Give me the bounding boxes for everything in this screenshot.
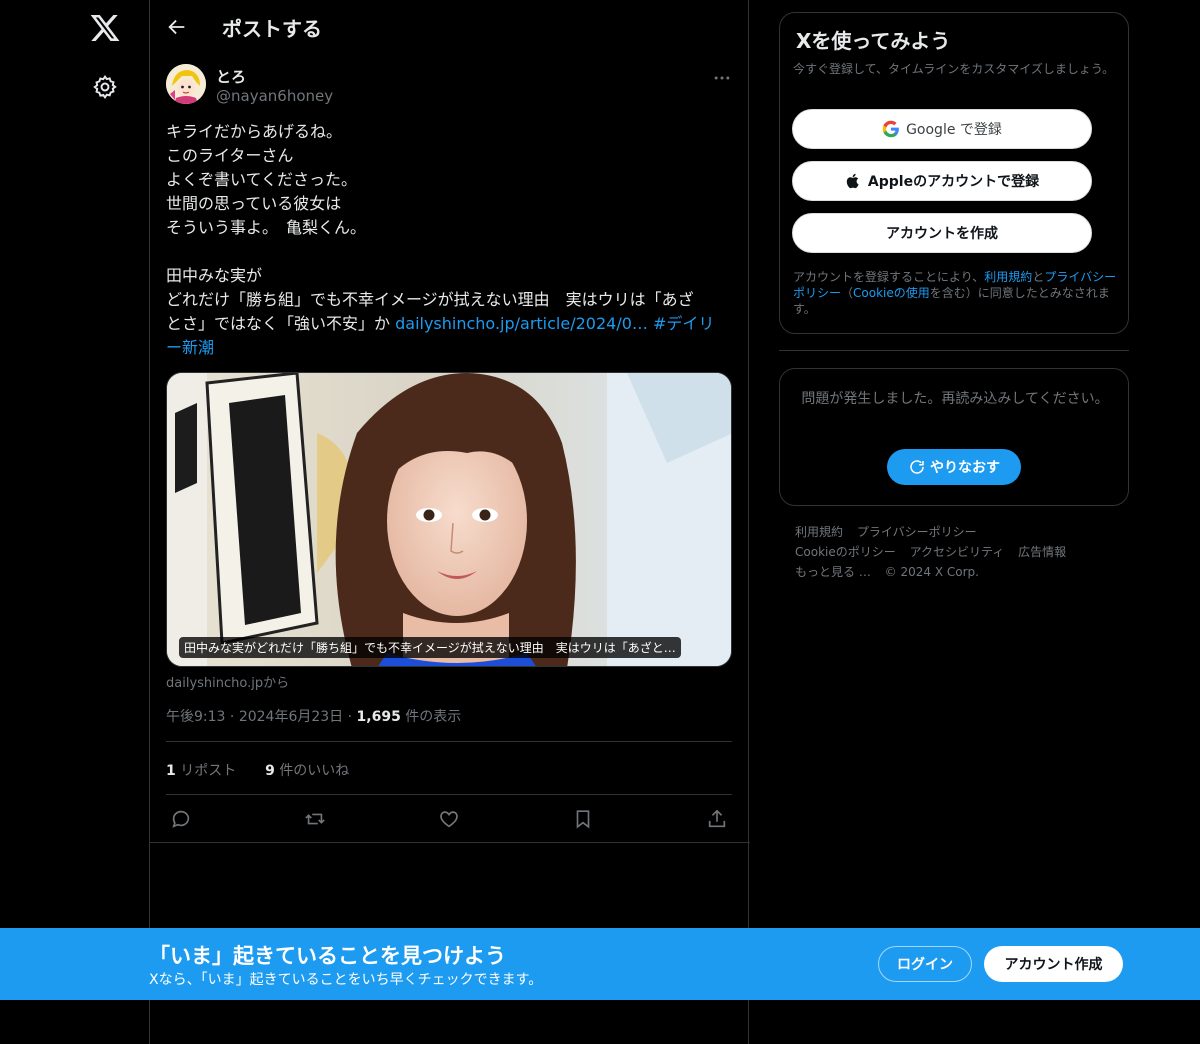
like-heart-icon[interactable] (438, 808, 460, 830)
post-line: ー新潮 (166, 336, 732, 360)
footer-links: 利用規約 プライバシーポリシー Cookieのポリシー アクセシビリティ 広告情… (795, 522, 1115, 582)
footer-accessibility-link[interactable]: アクセシビリティ (910, 545, 1005, 559)
views-count: 1,695 (356, 709, 401, 725)
signup-legal-text: アカウントを登録することにより、利用規約とプライバシーポリシー（Cookieの使… (793, 269, 1119, 317)
avatar[interactable] (166, 64, 206, 104)
post-actions (166, 804, 732, 836)
google-signup-label: Google で登録 (906, 122, 1002, 138)
retry-button[interactable]: やりなおす (887, 449, 1021, 485)
google-signup-button[interactable]: Google で登録 (792, 109, 1092, 149)
terms-link[interactable]: 利用規約 (984, 270, 1032, 284)
footer-more-link[interactable]: もっと見る … (795, 565, 871, 579)
footer-copyright: © 2024 X Corp. (884, 565, 979, 579)
apple-logo-icon (846, 173, 859, 189)
banner-heading: 「いま」起きていることを見つけよう (149, 944, 506, 968)
post-time[interactable]: 午後9:13 (166, 709, 225, 725)
left-rail (0, 0, 150, 1044)
reposts-count: 1 (166, 763, 176, 779)
post-metadata: 午後9:13 · 2024年6月23日 · 1,695 件の表示 (166, 706, 461, 726)
signup-title: Xを使ってみよう (796, 29, 951, 53)
login-banner: 「いま」起きていることを見つけよう Xなら、「いま」起きていることをいち早くチェ… (0, 928, 1200, 1000)
divider (779, 350, 1129, 351)
reposts-stat[interactable]: 1 リポスト (166, 763, 236, 779)
bookmark-icon[interactable] (572, 808, 594, 830)
legal-and: と (1032, 270, 1045, 284)
separator-dot: · (229, 709, 239, 725)
apple-signup-label: Appleのアカウントで登録 (867, 174, 1040, 190)
hashtag-link-continued[interactable]: ー新潮 (166, 338, 214, 357)
banner-subtext: Xなら、「いま」起きていることをいち早くチェックできます。 (149, 972, 543, 988)
cookie-link[interactable]: Cookieの使用 (853, 286, 930, 300)
footer-privacy-link[interactable]: プライバシーポリシー (857, 525, 977, 539)
post-line-with-link: とさ」ではなく「強い不安」か dailyshincho.jp/article/2… (166, 312, 732, 336)
retry-label: やりなおす (930, 460, 1000, 476)
more-options-icon[interactable] (712, 68, 732, 88)
banner-create-account-button[interactable]: アカウント作成 (984, 946, 1123, 982)
settings-gear-icon[interactable] (92, 74, 118, 100)
display-name[interactable]: とろ (216, 66, 246, 87)
google-g-icon (882, 120, 899, 138)
footer-terms-link[interactable]: 利用規約 (795, 525, 843, 539)
user-handle[interactable]: @nayan6honey (216, 87, 333, 105)
post-line: よくぞ書いてくださった。 (166, 170, 358, 189)
login-button[interactable]: ログイン (878, 946, 972, 982)
post-line: どれだけ「勝ち組」でも不幸イメージが拭えない理由 実はウリは「あざ (166, 290, 694, 309)
error-card: 問題が発生しました。再読み込みしてください。 やりなおす (779, 368, 1129, 506)
separator-dot: · (347, 709, 357, 725)
post-text: キライだからあげるね。 このライターさん よくぞ書いてくださった。 世間の思って… (166, 120, 732, 360)
footer-ads-link[interactable]: 広告情報 (1018, 545, 1066, 559)
create-account-button[interactable]: アカウントを作成 (792, 213, 1092, 253)
hashtag-link[interactable]: #デイリ (653, 314, 714, 333)
signup-card: Xを使ってみよう 今すぐ登録して、タイムラインをカスタマイズしましょう。 Goo… (779, 12, 1129, 334)
likes-count: 9 (265, 763, 275, 779)
main-column: ポストする とろ @nayan6honey キライだからあげるね。 このライター… (149, 0, 750, 1044)
legal-prefix: アカウントを登録することにより、 (793, 270, 985, 284)
article-link[interactable]: dailyshincho.jp/article/2024/0… (395, 314, 648, 333)
reposts-label: リポスト (180, 763, 237, 779)
signup-subtitle: 今すぐ登録して、タイムラインをカスタマイズしましょう。 (793, 62, 1115, 76)
link-card-source[interactable]: dailyshincho.jpから (166, 672, 289, 691)
divider (166, 794, 732, 795)
footer-cookie-link[interactable]: Cookieのポリシー (795, 545, 896, 559)
error-message: 問題が発生しました。再読み込みしてください。 (801, 391, 1109, 407)
post-date[interactable]: 2024年6月23日 (239, 709, 343, 725)
share-icon[interactable] (706, 808, 728, 830)
x-logo-icon[interactable] (89, 12, 121, 44)
views-label: 件の表示 (405, 709, 462, 725)
link-card-caption: 田中みな実がどれだけ「勝ち組」でも不幸イメージが拭えない理由 実はウリは「あざと… (179, 637, 681, 658)
post-line: このライターさん (166, 146, 294, 165)
reply-icon[interactable] (170, 808, 192, 830)
repost-icon[interactable] (304, 808, 326, 830)
post-line: 田中みな実が (166, 266, 263, 285)
post-line-blank (166, 240, 732, 264)
post-line: 世間の思っている彼女は (166, 194, 342, 213)
create-account-label: アカウントを作成 (886, 226, 998, 242)
link-card-image[interactable]: 田中みな実がどれだけ「勝ち組」でも不幸イメージが拭えない理由 実はウリは「あざと… (166, 372, 732, 667)
post-line: そういう事よ。 亀梨くん。 (166, 218, 367, 237)
divider (166, 741, 732, 742)
apple-signup-button[interactable]: Appleのアカウントで登録 (792, 161, 1092, 201)
likes-label: 件のいいね (279, 763, 350, 779)
post-line: キライだからあげるね。 (166, 122, 343, 141)
post-line: とさ」ではなく「強い不安」か (166, 314, 391, 333)
page-title: ポストする (222, 17, 322, 41)
likes-stat[interactable]: 9 件のいいね (265, 763, 349, 779)
engagement-stats: 1 リポスト 9 件のいいね (166, 760, 349, 780)
refresh-icon (910, 460, 924, 474)
page-header: ポストする (150, 0, 748, 54)
legal-paren: （ (841, 286, 854, 300)
divider (150, 842, 750, 843)
back-arrow-icon[interactable] (166, 16, 188, 38)
